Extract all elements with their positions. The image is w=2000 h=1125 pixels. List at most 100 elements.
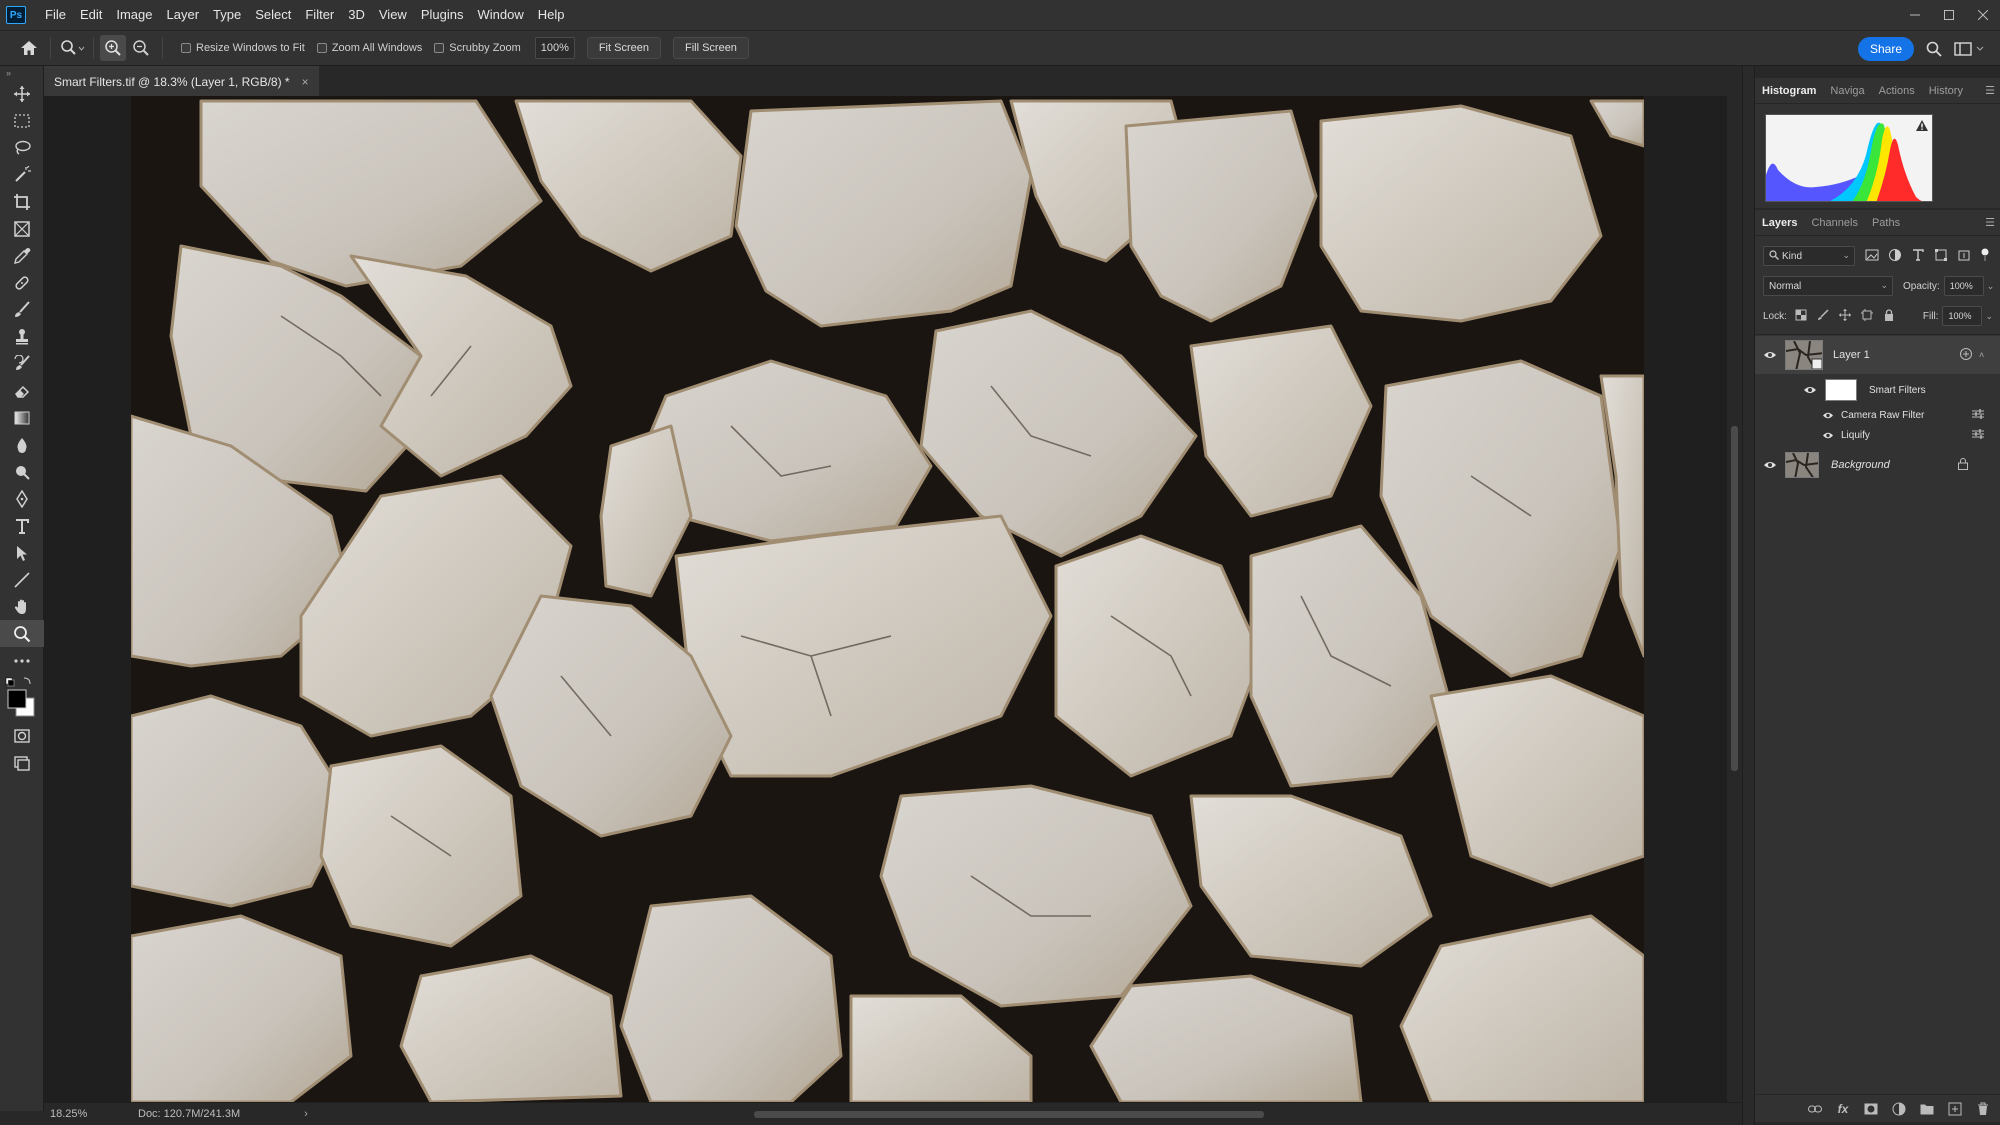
- zoom-all-windows-checkbox[interactable]: Zoom All Windows: [316, 42, 422, 54]
- history-brush-tool-icon[interactable]: [0, 350, 44, 377]
- filter-blending-options-icon[interactable]: [1971, 408, 1985, 423]
- lock-artboard-icon[interactable]: [1860, 308, 1873, 324]
- checkbox-box[interactable]: [316, 43, 327, 53]
- resize-windows-checkbox[interactable]: Resize Windows to Fit: [181, 42, 305, 54]
- menu-3d[interactable]: 3D: [341, 0, 372, 30]
- visibility-eye-icon[interactable]: [1821, 408, 1835, 422]
- filter-row-camera-raw[interactable]: Camera Raw Filter: [1755, 405, 2000, 425]
- checkbox-box[interactable]: [181, 43, 191, 53]
- smart-filters-row[interactable]: Smart Filters: [1755, 376, 2000, 404]
- vertical-scrollbar[interactable]: [1727, 96, 1742, 1102]
- new-group-folder-icon[interactable]: [1919, 1101, 1935, 1117]
- zoom-percent-field[interactable]: 100%: [534, 37, 575, 59]
- pen-tool-icon[interactable]: [0, 485, 44, 512]
- close-tab-icon[interactable]: ×: [302, 75, 309, 89]
- cache-warning-icon[interactable]: [1916, 119, 1928, 137]
- visibility-eye-icon[interactable]: [1763, 348, 1777, 362]
- marquee-tool-icon[interactable]: [0, 107, 44, 134]
- color-swatches[interactable]: [0, 674, 44, 722]
- panel-collapse-strip[interactable]: [1743, 66, 1755, 1125]
- menu-select[interactable]: Select: [248, 0, 298, 30]
- panel-menu-icon[interactable]: ☰: [1985, 84, 1995, 97]
- screen-mode-icon[interactable]: [0, 749, 44, 776]
- fill-field[interactable]: 100%: [1942, 306, 1983, 326]
- hand-tool-icon[interactable]: [0, 593, 44, 620]
- lock-position-icon[interactable]: [1838, 308, 1851, 324]
- tab-histogram[interactable]: Histogram: [1755, 78, 1823, 104]
- eyedropper-tool-icon[interactable]: [0, 242, 44, 269]
- visibility-eye-icon[interactable]: [1821, 428, 1835, 442]
- filter-kind-dropdown[interactable]: Kind ⌄: [1763, 246, 1855, 266]
- cracked-earth-image[interactable]: [131, 96, 1644, 1102]
- lock-transparent-pixels-icon[interactable]: [1795, 309, 1807, 324]
- filter-shape-icon[interactable]: [1934, 248, 1948, 265]
- healing-brush-tool-icon[interactable]: [0, 269, 44, 296]
- chevron-up-icon[interactable]: ˄: [1979, 350, 1984, 360]
- link-layers-icon[interactable]: [1807, 1101, 1823, 1117]
- chevron-down-icon[interactable]: ⌄: [1985, 311, 1993, 322]
- crop-tool-icon[interactable]: [0, 188, 44, 215]
- move-tool-icon[interactable]: [0, 80, 44, 107]
- chevron-down-icon[interactable]: ⌄: [1987, 281, 1995, 292]
- tab-actions[interactable]: Actions: [1872, 78, 1922, 104]
- checkbox-box[interactable]: [434, 43, 445, 53]
- layer-row-layer1[interactable]: Layer 1 ˄: [1755, 336, 2000, 374]
- smart-filter-mask-thumbnail[interactable]: [1825, 379, 1857, 401]
- filter-smart-object-icon[interactable]: [1957, 248, 1971, 265]
- lock-all-icon[interactable]: [1883, 308, 1895, 324]
- background-layer-name[interactable]: Background: [1831, 459, 1890, 471]
- menu-file[interactable]: File: [38, 0, 73, 30]
- search-icon[interactable]: [1922, 37, 1946, 61]
- document-tab[interactable]: Smart Filters.tif @ 18.3% (Layer 1, RGB/…: [44, 66, 319, 96]
- opacity-field[interactable]: 100%: [1943, 276, 1984, 296]
- menu-edit[interactable]: Edit: [73, 0, 109, 30]
- zoom-in-icon[interactable]: [100, 35, 126, 61]
- line-tool-icon[interactable]: [0, 566, 44, 593]
- menu-type[interactable]: Type: [206, 0, 248, 30]
- tab-paths[interactable]: Paths: [1865, 210, 1907, 236]
- filter-type-icon[interactable]: [1911, 248, 1925, 265]
- type-tool-icon[interactable]: [0, 512, 44, 539]
- filter-toggle-icon[interactable]: [1980, 248, 1990, 265]
- menu-help[interactable]: Help: [531, 0, 572, 30]
- add-mask-icon[interactable]: [1863, 1101, 1879, 1117]
- menu-plugins[interactable]: Plugins: [414, 0, 471, 30]
- more-tools-icon[interactable]: [0, 647, 44, 674]
- new-layer-icon[interactable]: [1947, 1101, 1963, 1117]
- visibility-eye-icon[interactable]: [1803, 383, 1817, 397]
- collapse-toolbar-icon[interactable]: »: [0, 66, 43, 80]
- horizontal-scroll-thumb[interactable]: [754, 1111, 1264, 1118]
- minimize-icon[interactable]: [1898, 0, 1932, 30]
- fill-screen-button[interactable]: Fill Screen: [672, 37, 749, 59]
- share-button[interactable]: Share: [1858, 37, 1914, 61]
- frame-tool-icon[interactable]: [0, 215, 44, 242]
- canvas-area[interactable]: [44, 96, 1742, 1102]
- filter-blending-options-icon[interactable]: [1971, 428, 1985, 443]
- zoom-tool-preset-icon[interactable]: [57, 33, 87, 63]
- layer-row-background[interactable]: Background: [1755, 448, 2000, 482]
- path-selection-tool-icon[interactable]: [0, 539, 44, 566]
- quick-mask-icon[interactable]: [0, 722, 44, 749]
- workspace-layout-icon[interactable]: [1952, 37, 1992, 61]
- layer1-name[interactable]: Layer 1: [1833, 349, 1870, 361]
- tab-history[interactable]: History: [1922, 78, 1970, 104]
- filter-row-liquify[interactable]: Liquify: [1755, 425, 2000, 445]
- menu-view[interactable]: View: [372, 0, 414, 30]
- maximize-icon[interactable]: [1932, 0, 1966, 30]
- vertical-scroll-thumb[interactable]: [1731, 426, 1738, 771]
- menu-layer[interactable]: Layer: [160, 0, 207, 30]
- lasso-tool-icon[interactable]: [0, 134, 44, 161]
- scrubby-zoom-checkbox[interactable]: Scrubby Zoom: [434, 42, 521, 54]
- zoom-level-readout[interactable]: 18.25%: [50, 1108, 110, 1120]
- menu-window[interactable]: Window: [470, 0, 530, 30]
- clone-stamp-tool-icon[interactable]: [0, 323, 44, 350]
- zoom-out-icon[interactable]: [126, 33, 156, 63]
- brush-tool-icon[interactable]: [0, 296, 44, 323]
- blur-tool-icon[interactable]: [0, 431, 44, 458]
- menu-image[interactable]: Image: [109, 0, 159, 30]
- close-window-icon[interactable]: [1966, 0, 2000, 30]
- layer-style-fx-icon[interactable]: fx: [1835, 1101, 1851, 1117]
- visibility-eye-icon[interactable]: [1763, 458, 1777, 472]
- home-icon[interactable]: [14, 33, 44, 63]
- tab-channels[interactable]: Channels: [1804, 210, 1864, 236]
